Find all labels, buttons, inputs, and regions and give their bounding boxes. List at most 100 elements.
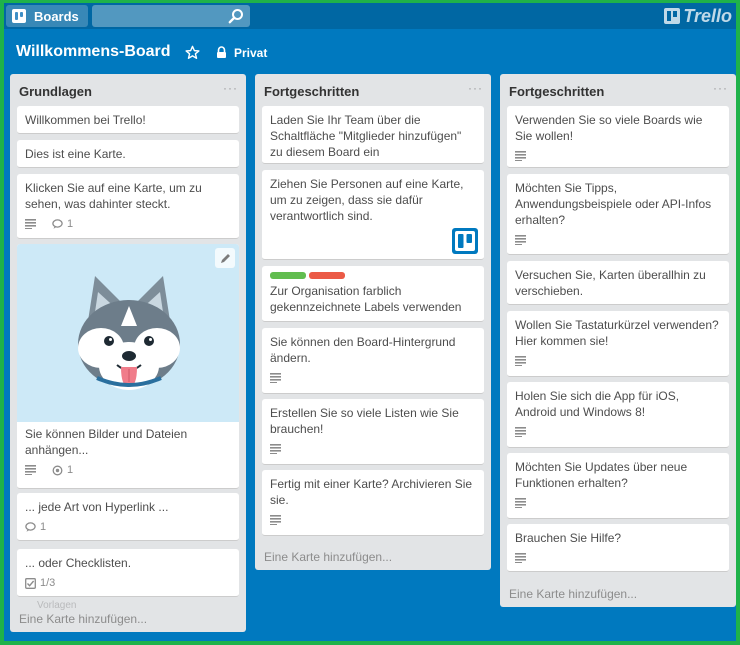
description-icon [515,151,526,161]
card[interactable]: Brauchen Sie Hilfe? [507,524,729,572]
list-menu-icon[interactable]: ··· [713,81,728,95]
card[interactable]: Willkommen bei Trello! [17,106,239,134]
member-avatar[interactable] [452,228,478,254]
card[interactable]: ... oder Checklisten. 1/3 [17,549,239,597]
trello-logo-text: Trello [683,5,732,26]
description-badge [270,515,285,525]
board-title[interactable]: Willkommens-Board [16,43,171,61]
description-badge [270,373,285,383]
description-icon [515,427,526,437]
card-title: ... jede Art von Hyperlink ... [25,500,169,514]
card[interactable]: Dies ist eine Karte. [17,140,239,168]
card[interactable]: Wollen Sie Tastaturkürzel verwenden? Hie… [507,311,729,377]
description-icon [25,219,36,229]
search-icon[interactable] [228,8,244,24]
edit-pencil-button[interactable] [215,248,235,268]
card-title: Laden Sie Ihr Team über die Schaltfläche… [270,113,462,159]
card[interactable]: Klicken Sie auf eine Karte, um zu sehen,… [17,174,239,239]
card[interactable]: Möchten Sie Tipps, Anwendungsbeispiele o… [507,174,729,255]
description-icon [515,235,526,245]
card-title: Möchten Sie Tipps, Anwendungsbeispiele o… [515,181,712,227]
card[interactable]: Holen Sie sich die App für iOS, Android … [507,382,729,448]
card[interactable]: Erstellen Sie so viele Listen wie Sie br… [262,399,484,465]
boards-label: Boards [34,8,79,24]
top-header: Boards Trello [4,3,736,29]
comments-badge: 1 [52,216,73,232]
add-card-link[interactable]: Eine Karte hinzufügen... [264,550,392,564]
description-badge [515,553,530,563]
ghost-text: Vorlagen [37,600,77,611]
description-badge [515,356,530,366]
list-menu-icon[interactable]: ··· [223,81,238,95]
description-icon [270,515,281,525]
trello-window: Boards Trello Willkommens-Board Privat G… [4,3,736,641]
checklist-icon [25,577,36,589]
list-title[interactable]: Fortgeschritten [264,84,359,99]
card[interactable]: ... jede Art von Hyperlink ... 1 [17,493,239,541]
card[interactable]: Sie können den Board-Hintergrund ändern. [262,328,484,394]
description-badge [515,498,530,508]
list-fortgeschritten-2: Fortgeschritten ··· Verwenden Sie so vie… [500,74,736,607]
add-card-link[interactable]: Eine Karte hinzufügen... [19,612,147,626]
description-icon [270,373,281,383]
card-with-cover[interactable]: Sie können Bilder und Dateien anhängen..… [17,244,239,489]
comment-icon [25,522,36,532]
description-badge [25,465,40,475]
comments-count: 1 [67,218,74,230]
card[interactable]: Laden Sie Ihr Team über die Schaltfläche… [262,106,484,164]
list-fortgeschritten-1: Fortgeschritten ··· Laden Sie Ihr Team ü… [255,74,491,570]
card-title: Zur Organisation farblich gekennzeichnet… [270,284,462,314]
card-title: Möchten Sie Updates über neue Funktionen… [515,460,688,490]
privacy-label[interactable]: Privat [234,46,267,60]
description-badge [25,219,40,229]
label-red [309,272,345,279]
card[interactable]: Fertig mit einer Karte? Archivieren Sie … [262,470,484,536]
label-green [270,272,306,279]
card[interactable]: Möchten Sie Updates über neue Funktionen… [507,453,729,519]
attachments-badge: 1 [52,462,73,478]
card-title: ... oder Checklisten. [25,556,132,570]
husky-illustration [78,276,180,390]
card[interactable]: Verwenden Sie so viele Boards wie Sie wo… [507,106,729,168]
checklist-progress: 1/3 [40,577,56,589]
card-title: Holen Sie sich die App für iOS, Android … [515,389,680,419]
add-card-link[interactable]: Eine Karte hinzufügen... [509,587,637,601]
trello-logo[interactable]: Trello [664,6,732,26]
card-title: Verwenden Sie so viele Boards wie Sie wo… [515,113,703,143]
card-title: Ziehen Sie Personen auf eine Karte, um z… [270,177,464,223]
trello-logo-icon [664,8,681,24]
comments-count: 1 [40,521,47,533]
star-icon[interactable] [185,45,200,60]
card-title: Wollen Sie Tastaturkürzel verwenden? Hie… [515,318,719,348]
list-title[interactable]: Grundlagen [19,84,92,99]
search-input[interactable] [92,5,250,27]
list-title[interactable]: Fortgeschritten [509,84,604,99]
trello-member-icon [455,231,475,251]
card-title: Brauchen Sie Hilfe? [515,531,622,545]
card[interactable]: Zur Organisation farblich gekennzeichnet… [262,266,484,322]
description-badge [515,235,530,245]
description-badge [515,151,530,161]
card-title: Klicken Sie auf eine Karte, um zu sehen,… [25,181,202,211]
husky-cover-image [17,244,239,422]
card-title: Sie können Bilder und Dateien anhängen..… [25,427,188,457]
description-badge [270,444,285,454]
card-title: Willkommen bei Trello! [25,113,146,127]
card-title: Fertig mit einer Karte? Archivieren Sie … [270,477,473,507]
card-title: Erstellen Sie so viele Listen wie Sie br… [270,406,459,436]
list-menu-icon[interactable]: ··· [468,81,483,95]
card-title: Versuchen Sie, Karten überallhin zu vers… [515,268,706,298]
lock-icon[interactable] [215,46,228,59]
description-icon [515,553,526,563]
boards-button[interactable]: Boards [6,5,88,27]
card[interactable]: Versuchen Sie, Karten überallhin zu vers… [507,261,729,305]
boards-icon [12,9,26,23]
card[interactable]: Ziehen Sie Personen auf eine Karte, um z… [262,170,484,260]
card-labels [270,272,476,279]
attachments-count: 1 [67,464,74,476]
description-icon [515,356,526,366]
card-title: Sie können den Board-Hintergrund ändern. [270,335,456,365]
comment-icon [52,219,63,229]
description-icon [270,444,281,454]
description-icon [25,465,36,475]
